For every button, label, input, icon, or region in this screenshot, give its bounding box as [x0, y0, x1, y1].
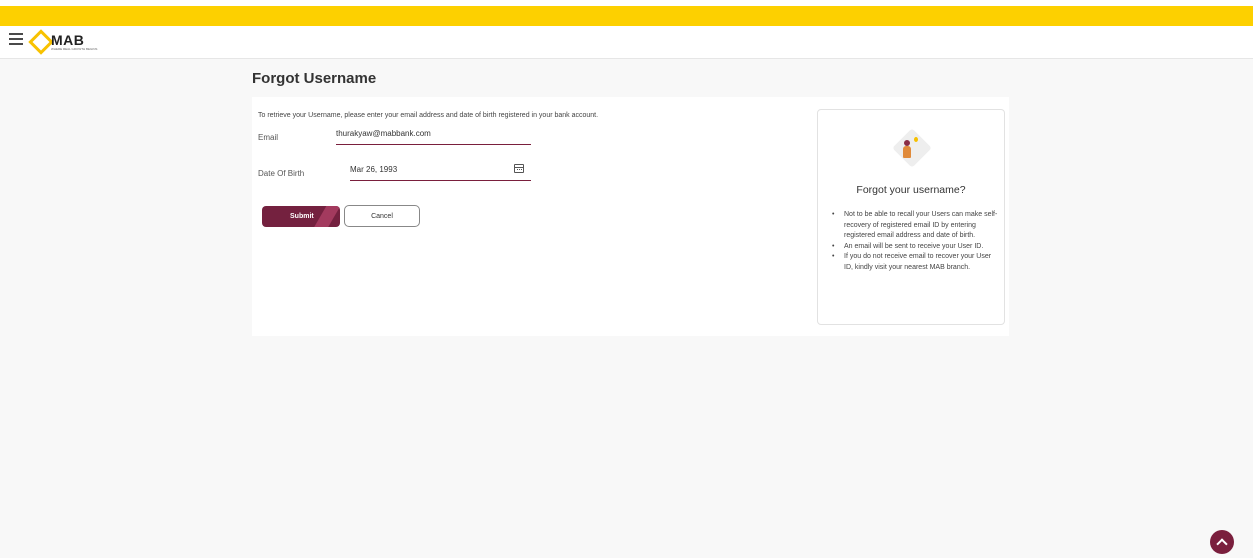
submit-label: Submit [290, 213, 314, 220]
dob-value: Mar 26, 1993 [350, 165, 398, 174]
help-panel: Forgot your username? Not to be able to … [817, 109, 1005, 325]
logo-tagline: WHERE REAL GROWTH BEGINS [51, 47, 98, 51]
submit-accent [311, 206, 340, 227]
app-header: MAB WHERE REAL GROWTH BEGINS [0, 26, 1253, 59]
submit-button[interactable]: Submit [262, 206, 340, 227]
help-title: Forgot your username? [856, 184, 966, 196]
logo-text: MAB [51, 32, 85, 48]
instruction-text: To retrieve your Username, please enter … [258, 112, 599, 119]
cancel-button[interactable]: Cancel [344, 205, 420, 227]
hamburger-menu-icon[interactable] [9, 33, 23, 45]
dob-field[interactable]: Mar 26, 1993 [350, 165, 531, 181]
dob-label: Date Of Birth [258, 169, 305, 178]
calendar-icon[interactable] [514, 164, 524, 173]
page-title: Forgot Username [252, 70, 377, 87]
email-label: Email [258, 133, 279, 142]
help-item: If you do not receive email to recover y… [832, 252, 998, 273]
thinking-person-illustration-icon [890, 128, 934, 172]
help-list: Not to be able to recall your Users can … [830, 210, 998, 273]
help-item: An email will be sent to receive your Us… [832, 242, 998, 253]
help-item: Not to be able to recall your Users can … [832, 210, 998, 242]
logo-diamond-icon [28, 29, 54, 55]
brand-bar [0, 6, 1253, 26]
scroll-to-top-button[interactable] [1210, 530, 1234, 554]
email-field[interactable]: thurakyaw@mabbank.com [336, 129, 531, 145]
chevron-up-icon [1216, 538, 1228, 550]
forgot-username-card: To retrieve your Username, please enter … [252, 97, 1009, 336]
